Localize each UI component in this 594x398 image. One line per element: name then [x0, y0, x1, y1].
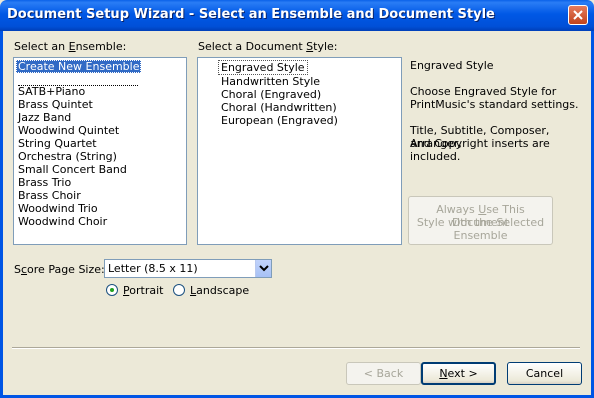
- style-description-line: PrintMusic's standard settings.: [410, 98, 579, 111]
- list-item[interactable]: Brass Quintet: [16, 98, 95, 111]
- radio-selected-dot: [110, 288, 114, 292]
- chevron-down-icon: [259, 265, 269, 272]
- list-item[interactable]: Woodwind Trio: [16, 202, 100, 215]
- always-use-style-button[interactable]: Always Use This Document Style with the …: [408, 196, 553, 245]
- always-use-line: Ensemble: [453, 229, 508, 242]
- back-button-label: < Back: [363, 367, 404, 380]
- style-description-line: and Copyright inserts are included.: [410, 137, 550, 163]
- list-item[interactable]: Handwritten Style: [219, 75, 322, 88]
- page-size-value: Letter (8.5 x 11): [108, 262, 198, 275]
- list-item[interactable]: European (Engraved): [219, 114, 340, 127]
- style-description-line: Choose Engraved Style for: [410, 85, 557, 98]
- page-size-select[interactable]: Letter (8.5 x 11): [104, 259, 272, 278]
- landscape-radio[interactable]: [173, 284, 185, 296]
- list-item[interactable]: Brass Choir: [16, 189, 83, 202]
- title-bar[interactable]: Document Setup Wizard - Select an Ensemb…: [0, 0, 594, 31]
- style-listbox[interactable]: Engraved Style Handwritten Style Choral …: [197, 57, 402, 245]
- back-button[interactable]: < Back: [346, 362, 421, 385]
- cancel-button-label: Cancel: [525, 367, 564, 380]
- page-size-label: Score Page Size:: [14, 263, 105, 276]
- next-button[interactable]: Next >: [421, 362, 496, 385]
- close-button[interactable]: [568, 5, 588, 25]
- style-label: Select a Document Style:: [198, 40, 338, 53]
- list-item[interactable]: Choral (Handwritten): [219, 101, 339, 114]
- always-use-line: Style with the Selected: [416, 216, 545, 229]
- window-title: Document Setup Wizard - Select an Ensemb…: [7, 7, 495, 22]
- list-item[interactable]: String Quartet: [16, 137, 99, 150]
- list-item[interactable]: Jazz Band: [16, 111, 73, 124]
- portrait-radio[interactable]: [106, 284, 118, 296]
- list-item[interactable]: Small Concert Band: [16, 163, 129, 176]
- list-item[interactable]: Brass Trio: [16, 176, 73, 189]
- list-item[interactable]: Choral (Engraved): [219, 88, 323, 101]
- list-item[interactable]: SATB+Piano: [16, 85, 87, 98]
- portrait-label[interactable]: Portrait: [123, 284, 163, 297]
- landscape-label[interactable]: Landscape: [190, 284, 249, 297]
- cancel-button[interactable]: Cancel: [507, 362, 582, 385]
- style-description-title: Engraved Style: [410, 59, 494, 72]
- ensemble-label: Select an Ensemble:: [14, 40, 127, 53]
- list-item[interactable]: Engraved Style: [218, 60, 308, 75]
- ensemble-listbox[interactable]: Create New Ensemble SATB+Piano Brass Qui…: [13, 57, 187, 245]
- dropdown-button[interactable]: [255, 260, 271, 277]
- dialog-window: Document Setup Wizard - Select an Ensemb…: [0, 0, 594, 398]
- list-item[interactable]: Woodwind Choir: [16, 215, 109, 228]
- list-item[interactable]: Woodwind Quintet: [16, 124, 121, 137]
- list-item[interactable]: Orchestra (String): [16, 150, 119, 163]
- close-icon: [573, 10, 583, 20]
- list-item[interactable]: Create New Ensemble: [16, 60, 142, 73]
- next-button-label: Next >: [439, 367, 478, 380]
- divider: [12, 347, 580, 349]
